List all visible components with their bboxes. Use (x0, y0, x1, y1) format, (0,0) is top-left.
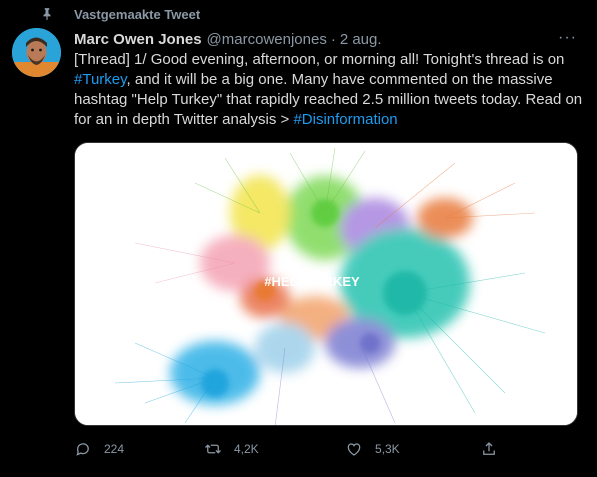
tweet-text-part: [Thread] 1/ Good evening, afternoon, or … (74, 51, 565, 68)
like-button[interactable]: 5,3K (345, 440, 400, 458)
share-icon (483, 442, 495, 455)
media-overlay-text: #HELPTURKEY (264, 274, 360, 289)
separator-dot: · (330, 30, 336, 48)
tweet-actions: 224 4,2K 5,3K (74, 440, 514, 460)
author-name[interactable]: Marc Owen Jones (74, 31, 202, 48)
reply-count: 224 (104, 442, 125, 456)
reply-button[interactable]: 224 (74, 440, 124, 458)
tweet-header: Marc Owen Jones @marcowenjones · 2 aug. … (74, 29, 585, 49)
retweet-icon (205, 444, 221, 454)
tweet-text: [Thread] 1/ Good evening, afternoon, or … (74, 50, 588, 130)
pin-icon (43, 8, 51, 20)
avatar[interactable] (12, 28, 61, 77)
share-button[interactable] (480, 440, 498, 458)
more-options-icon[interactable]: ··· (558, 29, 577, 47)
reply-icon (76, 443, 89, 456)
network-graph-image: #HELPTURKEY (75, 143, 577, 425)
author-handle[interactable]: @marcowenjones (207, 31, 327, 48)
tweet-media[interactable]: #HELPTURKEY (74, 142, 578, 426)
like-icon (347, 443, 361, 456)
pinned-label: Vastgemaakte Tweet (74, 6, 201, 22)
retweet-button[interactable]: 4,2K (204, 440, 259, 458)
pinned-indicator: Vastgemaakte Tweet (40, 6, 200, 22)
like-count: 5,3K (375, 442, 400, 456)
tweet-date[interactable]: 2 aug. (340, 31, 382, 48)
retweet-count: 4,2K (234, 442, 259, 456)
hashtag-turkey[interactable]: #Turkey (74, 71, 127, 88)
hashtag-disinformation[interactable]: #Disinformation (293, 111, 397, 128)
